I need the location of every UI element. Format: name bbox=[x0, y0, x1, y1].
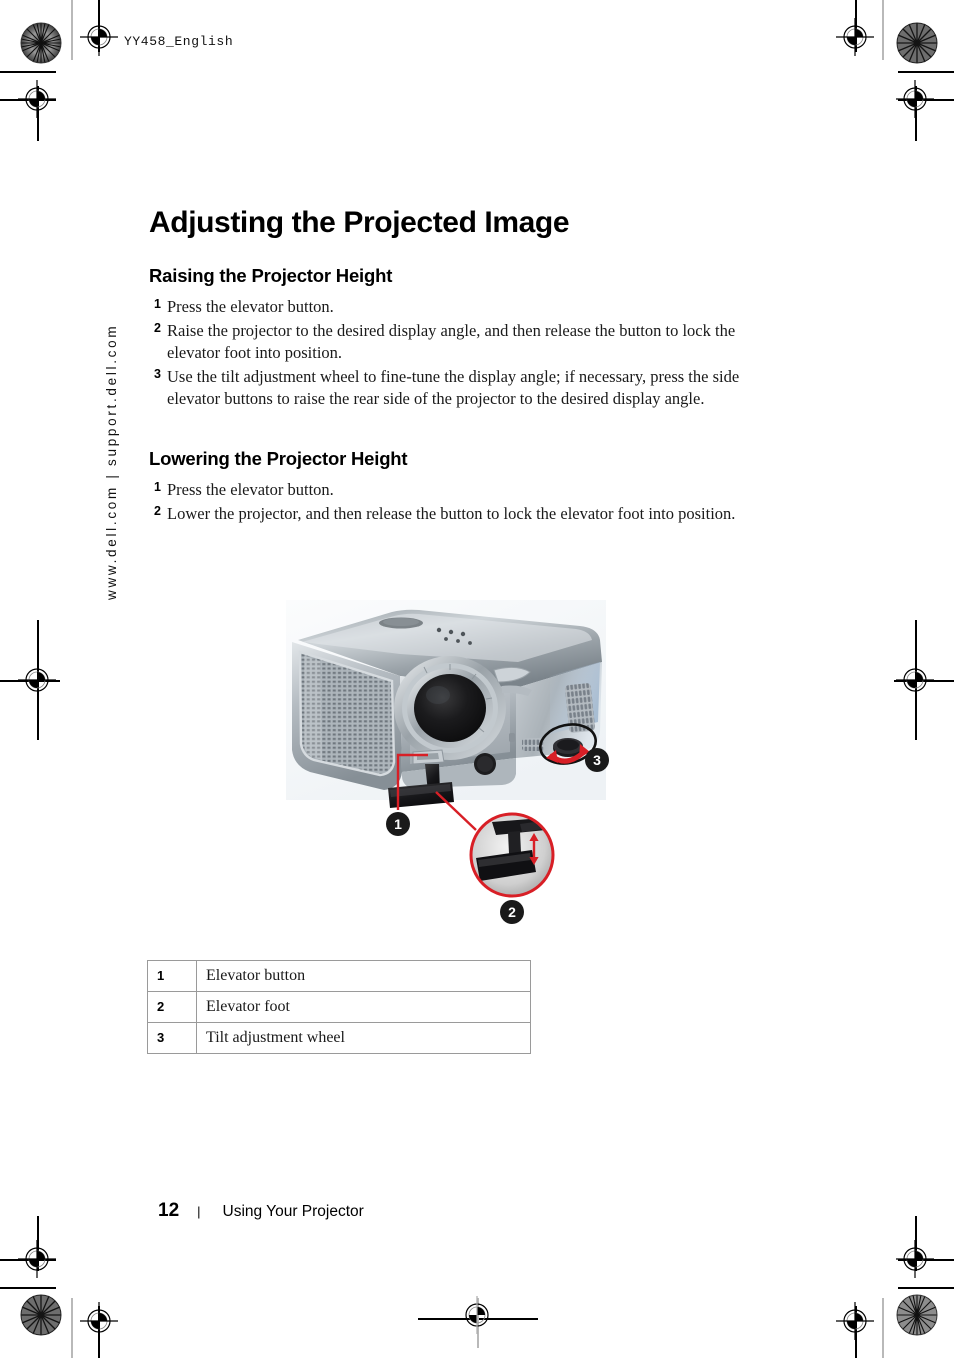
trim-rule bbox=[0, 1259, 56, 1261]
trim-rule bbox=[855, 0, 857, 52]
screen-angle-target-icon bbox=[20, 22, 62, 64]
legend-description: Elevator button bbox=[196, 960, 531, 992]
trim-rule bbox=[418, 1318, 538, 1320]
trim-rule bbox=[37, 1216, 39, 1271]
footer-separator: | bbox=[197, 1204, 201, 1219]
step-number: 3 bbox=[154, 366, 161, 381]
registration-crosshair-icon bbox=[896, 1240, 934, 1278]
step-text: Raise the projector to the desired displ… bbox=[167, 320, 736, 362]
trim-rule bbox=[898, 1259, 954, 1261]
trim-rule bbox=[915, 1216, 917, 1271]
trim-rule bbox=[898, 1287, 954, 1289]
main-content: Adjusting the Projected Image Raising th… bbox=[149, 207, 789, 527]
page-footer: 12 | Using Your Projector bbox=[158, 1200, 364, 1222]
callout-label-3: 3 bbox=[593, 752, 601, 768]
list-item: 3 Use the tilt adjustment wheel to fine-… bbox=[149, 366, 789, 410]
trim-rule bbox=[37, 86, 39, 141]
table-row: 3 Tilt adjustment wheel bbox=[147, 1022, 531, 1054]
document-code: YY458_English bbox=[124, 34, 234, 49]
step-number: 2 bbox=[154, 320, 161, 335]
trim-rule bbox=[0, 71, 56, 73]
registration-crosshair-icon bbox=[836, 18, 874, 56]
guide-rule bbox=[477, 1298, 479, 1348]
screen-angle-target-icon bbox=[896, 1294, 938, 1336]
trim-rule bbox=[898, 99, 954, 101]
registration-crosshair-icon bbox=[18, 668, 56, 692]
step-text: Use the tilt adjustment wheel to fine-tu… bbox=[167, 366, 740, 408]
legend-index: 3 bbox=[147, 1022, 197, 1054]
registration-crosshair-icon bbox=[18, 80, 56, 118]
trim-rule bbox=[98, 0, 100, 52]
guide-rule bbox=[71, 0, 73, 60]
registration-crosshair-icon bbox=[836, 1302, 874, 1340]
step-text: Lower the projector, and then release th… bbox=[167, 504, 736, 524]
page-number: 12 bbox=[158, 1200, 180, 1221]
legend-description: Elevator foot bbox=[196, 991, 531, 1023]
callout-label-1: 1 bbox=[394, 816, 402, 832]
list-item: 1 Press the elevator button. bbox=[149, 296, 789, 318]
registration-crosshair-icon bbox=[465, 1296, 489, 1334]
registration-crosshair-icon bbox=[18, 1240, 56, 1278]
table-row: 2 Elevator foot bbox=[147, 991, 531, 1023]
guide-rule bbox=[882, 0, 884, 60]
step-text: Press the elevator button. bbox=[167, 480, 334, 500]
registration-crosshair-icon bbox=[896, 80, 934, 118]
trim-rule bbox=[0, 99, 56, 101]
legend-table: 1 Elevator button 2 Elevator foot 3 Tilt… bbox=[147, 960, 531, 1054]
trim-rule bbox=[0, 680, 60, 682]
trim-rule bbox=[915, 620, 917, 740]
projector-figure: 1 2 3 bbox=[280, 592, 620, 932]
trim-rule bbox=[855, 1306, 857, 1358]
steps-list-lowering: 1 Press the elevator button. 2 Lower the… bbox=[149, 479, 789, 525]
callout-label-2: 2 bbox=[508, 904, 516, 920]
step-number: 1 bbox=[154, 296, 161, 311]
page-title: Adjusting the Projected Image bbox=[149, 206, 570, 239]
trim-rule bbox=[915, 86, 917, 141]
trim-rule bbox=[898, 71, 954, 73]
table-row: 1 Elevator button bbox=[147, 960, 531, 992]
screen-angle-target-icon bbox=[896, 22, 938, 64]
trim-rule bbox=[894, 680, 954, 682]
legend-description: Tilt adjustment wheel bbox=[196, 1022, 531, 1054]
section-heading-lowering: Lowering the Projector Height bbox=[149, 448, 408, 470]
guide-rule bbox=[882, 1298, 884, 1358]
projector-illustration: 1 2 3 bbox=[286, 600, 609, 924]
registration-crosshair-icon bbox=[80, 1302, 118, 1340]
steps-list-raising: 1 Press the elevator button. 2 Raise the… bbox=[149, 296, 789, 411]
guide-rule bbox=[71, 1298, 73, 1358]
legend-index: 2 bbox=[147, 991, 197, 1023]
footer-title: Using Your Projector bbox=[222, 1203, 364, 1220]
sidebar-url-text: www.dell.com | support.dell.com bbox=[104, 323, 119, 600]
list-item: 2 Lower the projector, and then release … bbox=[149, 503, 789, 525]
list-item: 1 Press the elevator button. bbox=[149, 479, 789, 501]
legend-index: 1 bbox=[147, 960, 197, 992]
trim-rule bbox=[0, 1287, 56, 1289]
step-number: 1 bbox=[154, 480, 161, 495]
trim-rule bbox=[37, 620, 39, 740]
registration-crosshair-icon bbox=[896, 668, 934, 692]
trim-rule bbox=[98, 1306, 100, 1358]
screen-angle-target-icon bbox=[20, 1294, 62, 1336]
step-text: Press the elevator button. bbox=[167, 296, 334, 316]
step-number: 2 bbox=[154, 504, 161, 519]
list-item: 2 Raise the projector to the desired dis… bbox=[149, 320, 789, 364]
section-heading-raising: Raising the Projector Height bbox=[149, 264, 393, 286]
registration-crosshair-icon bbox=[80, 18, 118, 56]
